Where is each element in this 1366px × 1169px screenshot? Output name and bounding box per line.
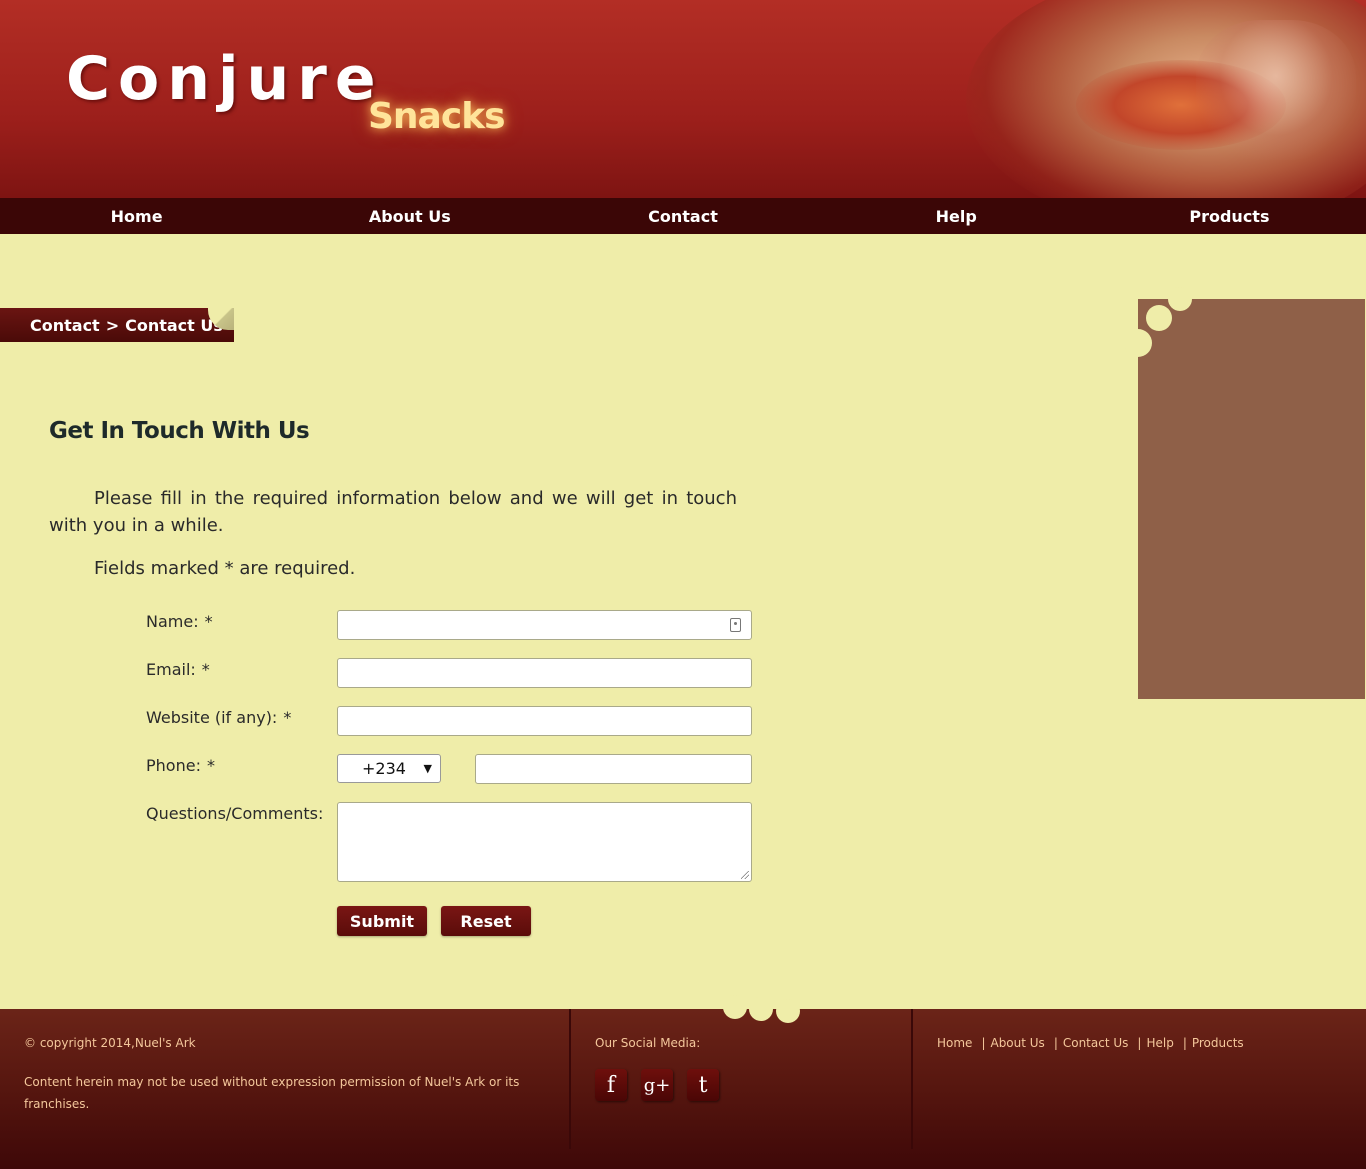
footer-link-separator: | (1053, 1036, 1058, 1050)
footer-bite (723, 995, 747, 1019)
comments-label: Questions/Comments: (146, 804, 324, 823)
reset-button[interactable]: Reset (441, 906, 531, 936)
facebook-icon[interactable]: f (595, 1069, 627, 1101)
email-label-text: Email: (146, 660, 196, 679)
logo-wordmark: Conjure (66, 44, 384, 114)
website-input[interactable] (337, 706, 752, 736)
tumblr-icon[interactable]: t (687, 1069, 719, 1101)
footer-link-home[interactable]: Home (937, 1036, 972, 1050)
panel-bite (1168, 287, 1192, 311)
footer-divider (911, 1009, 913, 1149)
contact-card-icon[interactable] (730, 618, 741, 632)
country-code-select[interactable]: +234 ▼ (337, 754, 441, 783)
logo-tagline: Snacks (368, 96, 506, 137)
website-label: Website (if any): * (146, 708, 291, 727)
breadcrumb-parent[interactable]: Contact (30, 316, 100, 335)
footer-links: Home | About Us | Contact Us | Help | Pr… (937, 1036, 1244, 1050)
nav-about-us[interactable]: About Us (273, 198, 546, 234)
name-label: Name: * (146, 612, 213, 631)
nav-home[interactable]: Home (0, 198, 273, 234)
website-label-text: Website (if any): (146, 708, 278, 727)
name-label-text: Name: (146, 612, 199, 631)
footer-divider (569, 1009, 571, 1149)
site-header: Conjure Snacks (0, 0, 1366, 198)
breadcrumb-current: Contact Us (125, 315, 223, 335)
required-asterisk: * (283, 708, 292, 727)
copyright-text: © copyright 2014,Nuel's Ark (24, 1036, 196, 1050)
nav-products[interactable]: Products (1093, 198, 1366, 234)
footer-link-separator: | (1182, 1036, 1187, 1050)
side-panel (1124, 287, 1365, 699)
comments-textarea[interactable] (337, 802, 752, 882)
site-footer: © copyright 2014,Nuel's Ark Content here… (0, 995, 1366, 1169)
phone-label-text: Phone: (146, 756, 201, 775)
required-asterisk: * (204, 612, 213, 631)
required-asterisk: * (206, 756, 215, 775)
phone-input[interactable] (475, 754, 752, 784)
required-asterisk: * (201, 660, 210, 679)
footer-link-contact-us[interactable]: Contact Us (1063, 1036, 1129, 1050)
page-title: Get In Touch With Us (49, 418, 310, 444)
submit-button[interactable]: Submit (337, 906, 427, 936)
social-media-title: Our Social Media: (595, 1036, 701, 1050)
footer-link-products[interactable]: Products (1192, 1036, 1244, 1050)
breadcrumb-separator: > (105, 315, 120, 335)
country-code-value: +234 (362, 759, 406, 778)
panel-bite (1146, 305, 1172, 331)
chevron-down-icon: ▼ (423, 762, 432, 775)
footer-link-about-us[interactable]: About Us (990, 1036, 1044, 1050)
footer-bite (749, 997, 773, 1021)
main-nav: Home About Us Contact Help Products (0, 198, 1366, 234)
google-plus-icon[interactable]: g+ (641, 1069, 673, 1101)
footer-link-help[interactable]: Help (1146, 1036, 1173, 1050)
disclaimer-text: Content herein may not be used without e… (24, 1075, 520, 1111)
header-food-highlight (1196, 20, 1356, 160)
panel-bite (1124, 329, 1152, 357)
resize-handle-icon[interactable] (741, 871, 749, 879)
footer-link-separator: | (1137, 1036, 1142, 1050)
phone-label: Phone: * (146, 756, 215, 775)
footer-bite (776, 999, 800, 1023)
required-note: Fields marked * are required. (94, 558, 356, 579)
email-input[interactable] (337, 658, 752, 688)
name-input[interactable] (337, 610, 752, 640)
breadcrumb: Contact > Contact Us (0, 308, 234, 342)
intro-text: Please fill in the required information … (49, 488, 737, 536)
nav-help[interactable]: Help (820, 198, 1093, 234)
footer-link-separator: | (981, 1036, 986, 1050)
nav-contact[interactable]: Contact (546, 198, 819, 234)
email-label: Email: * (146, 660, 210, 679)
